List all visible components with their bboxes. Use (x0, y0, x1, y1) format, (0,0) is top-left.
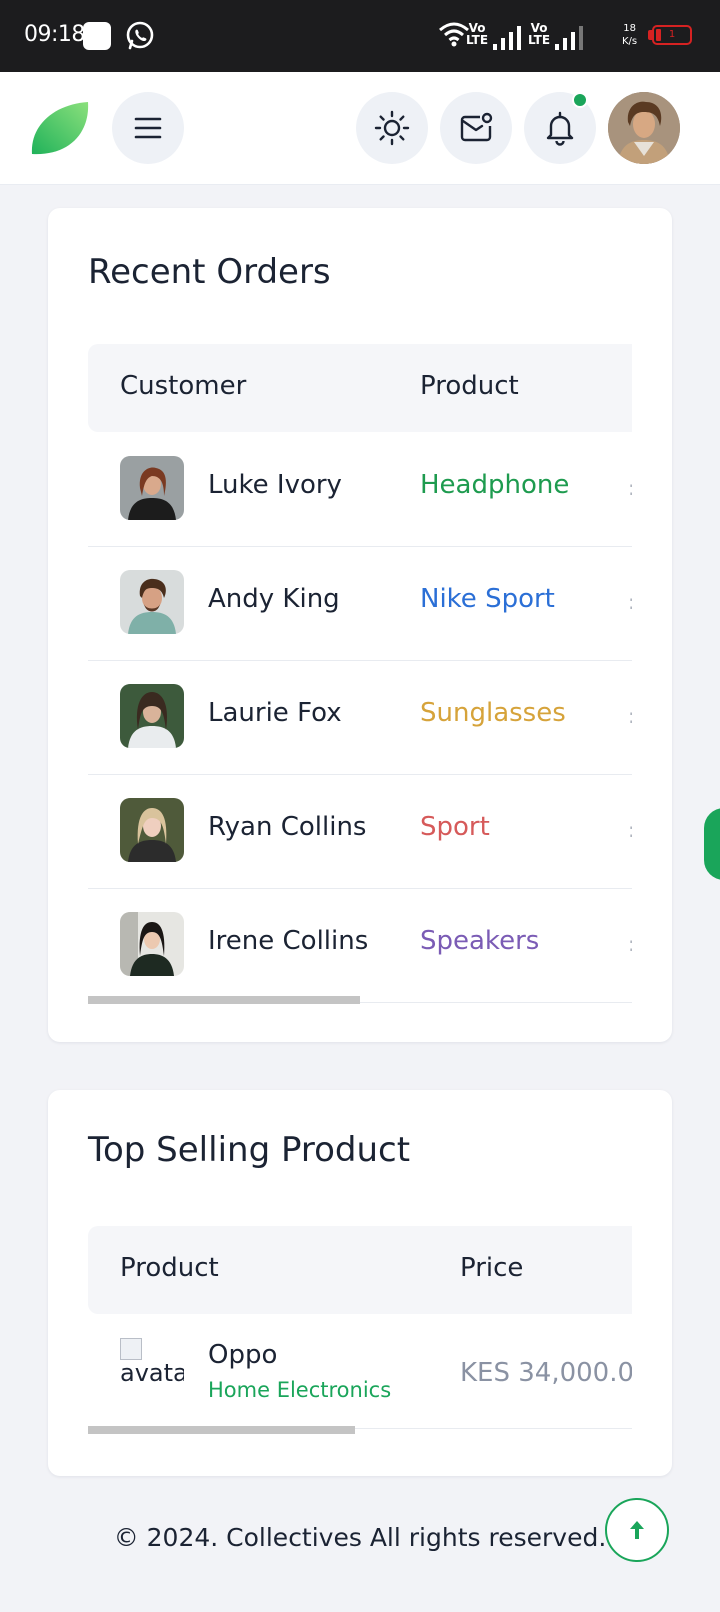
user-avatar[interactable] (608, 92, 680, 164)
status-bar: 09:18 Vo LTE Vo LTE 18 K/s 1 (0, 0, 720, 72)
column-header-product: Product (420, 371, 519, 401)
customer-avatar (120, 570, 184, 634)
scrollbar-thumb[interactable] (88, 996, 360, 1004)
card-title: Recent Orders (88, 252, 331, 292)
theme-toggle-button[interactable] (356, 92, 428, 164)
recent-orders-card: Recent Orders Customer Product Luke Ivor… (48, 208, 672, 1042)
card-title: Top Selling Product (88, 1130, 411, 1170)
user-avatar-photo (608, 92, 680, 164)
product-name: Nike Sport (420, 584, 555, 614)
scrollbar-thumb[interactable] (88, 1426, 355, 1434)
network-speed: 18 K/s (622, 23, 638, 47)
truncated-cell: : (628, 932, 632, 956)
menu-button[interactable] (112, 92, 184, 164)
volte-indicator-2: Vo LTE (527, 21, 551, 47)
customer-avatar (120, 684, 184, 748)
product-name: Headphone (420, 470, 570, 500)
top-selling-card: Top Selling Product Product Price avatar… (48, 1090, 672, 1476)
product-image-broken: avatar (120, 1338, 184, 1402)
customer-avatar (120, 456, 184, 520)
whatsapp-icon (126, 21, 154, 50)
truncated-cell: : (628, 818, 632, 842)
settings-side-tab[interactable] (704, 808, 720, 880)
sun-icon (374, 110, 410, 146)
app-notification-icon (83, 22, 111, 50)
notification-dot (572, 92, 588, 108)
arrow-up-icon (630, 1521, 644, 1539)
table-row[interactable]: Andy King Nike Sport : (88, 546, 632, 661)
product-category[interactable]: Home Electronics (208, 1378, 391, 1402)
truncated-cell: : (628, 590, 632, 614)
table-header: Product Price (88, 1226, 632, 1314)
hamburger-menu-icon (134, 117, 162, 139)
product-price: KES 34,000.0 (460, 1358, 632, 1388)
bell-icon (546, 111, 574, 146)
volte-indicator: Vo LTE (465, 21, 489, 47)
product-name: Sunglasses (420, 698, 566, 728)
horizontal-scrollbar[interactable] (88, 996, 632, 1004)
table-row[interactable]: Laurie Fox Sunglasses : (88, 660, 632, 775)
product-name: Speakers (420, 926, 540, 956)
column-header-customer: Customer (120, 371, 247, 401)
signal-icon (493, 26, 521, 50)
recent-orders-table[interactable]: Customer Product Luke Ivory Headphone : … (88, 344, 632, 1010)
leaf-logo-icon[interactable] (28, 98, 92, 162)
customer-name: Laurie Fox (208, 698, 342, 728)
top-selling-table[interactable]: Product Price avatar Oppo Home Electroni… (88, 1226, 632, 1448)
customer-avatar (120, 912, 184, 976)
broken-image-icon (120, 1338, 142, 1360)
battery-icon: 1 (652, 25, 692, 45)
customer-avatar (120, 798, 184, 862)
table-header: Customer Product (88, 344, 632, 432)
column-header-price: Price (460, 1253, 524, 1283)
product-name: Oppo (208, 1340, 278, 1370)
messages-button[interactable] (440, 92, 512, 164)
truncated-cell: : (628, 476, 632, 500)
mail-icon (460, 112, 493, 142)
table-row[interactable]: avatar Oppo Home Electronics KES 34,000.… (88, 1314, 632, 1429)
column-header-product: Product (120, 1253, 219, 1283)
table-row[interactable]: Irene Collins Speakers : (88, 888, 632, 1003)
customer-name: Andy King (208, 584, 340, 614)
table-row[interactable]: Luke Ivory Headphone : (88, 432, 632, 547)
horizontal-scrollbar[interactable] (88, 1426, 632, 1434)
customer-name: Irene Collins (208, 926, 369, 956)
customer-name: Ryan Collins (208, 812, 367, 842)
truncated-cell: : (628, 704, 632, 728)
table-row[interactable]: Ryan Collins Sport : (88, 774, 632, 889)
customer-name: Luke Ivory (208, 470, 342, 500)
signal-icon-2 (555, 26, 583, 50)
back-to-top-button[interactable] (605, 1498, 669, 1562)
status-time: 09:18 (24, 22, 85, 47)
product-name: Sport (420, 812, 490, 842)
